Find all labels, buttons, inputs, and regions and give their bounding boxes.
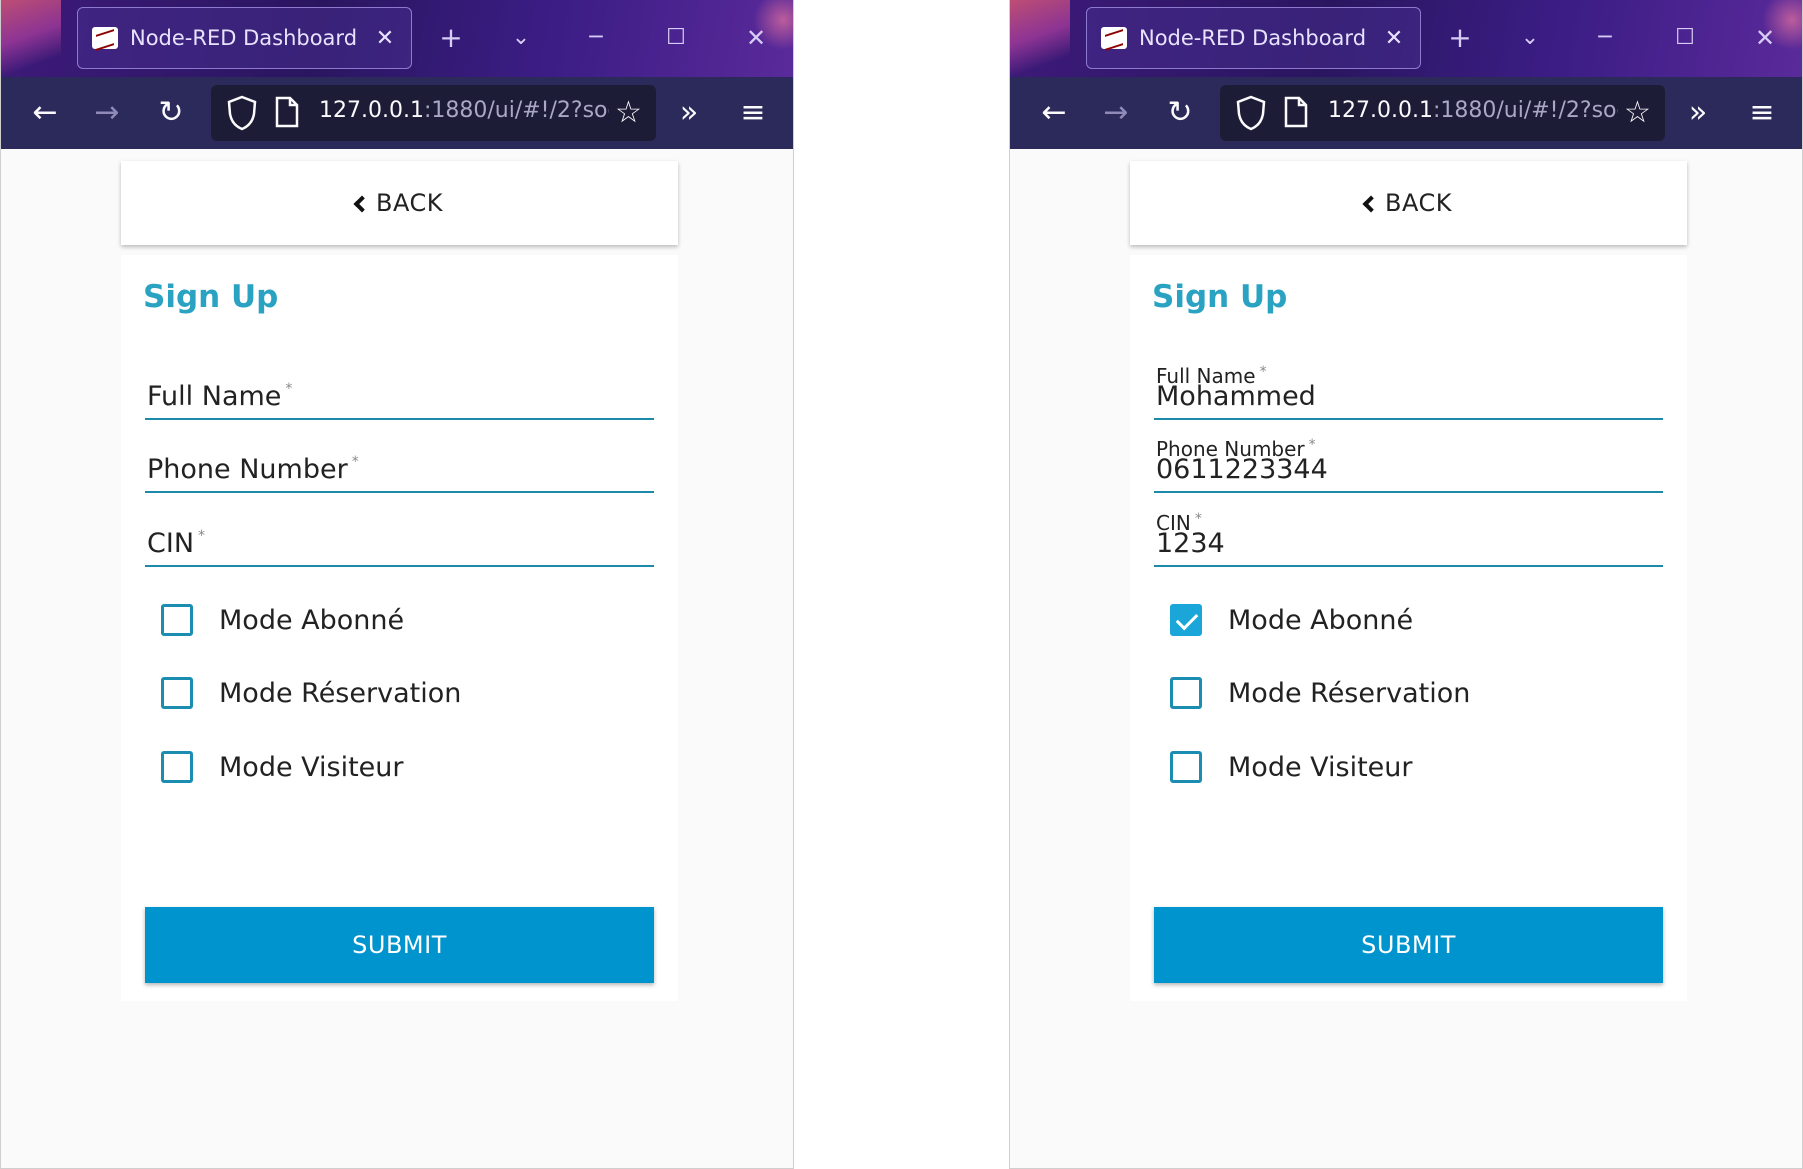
full-name-label: Full Name <box>147 381 282 412</box>
mode-visiteur-checkbox-row[interactable]: Mode Visiteur <box>161 747 404 787</box>
tab-list-chevron-down-icon[interactable]: ⌄ <box>501 18 541 58</box>
navigation-toolbar: ← → ↻ 127.0.0.1:1880/ui/#!/2?soc ☆ » ≡ <box>1 77 793 149</box>
full-name-value[interactable]: Mohammed <box>1156 381 1316 412</box>
mode-visiteur-label: Mode Visiteur <box>219 751 404 783</box>
page-icon[interactable] <box>1282 95 1310 129</box>
mode-reservation-checkbox[interactable] <box>1170 677 1202 709</box>
url-text[interactable]: 127.0.0.1:1880/ui/#!/2?soc <box>319 98 609 123</box>
tab-title: Node-RED Dashboard <box>1139 26 1367 50</box>
submit-button[interactable]: SUBMIT <box>145 907 654 983</box>
mode-reservation-label: Mode Réservation <box>1228 677 1471 709</box>
maximize-icon[interactable]: ☐ <box>1665 18 1705 58</box>
form-title: Sign Up <box>143 279 279 315</box>
mode-visiteur-label: Mode Visiteur <box>1228 751 1413 783</box>
new-tab-plus-icon[interactable]: + <box>1440 18 1480 58</box>
mode-visiteur-checkbox[interactable] <box>161 751 193 783</box>
navigation-toolbar: ← → ↻ 127.0.0.1:1880/ui/#!/2?soc ☆ » ≡ <box>1010 77 1802 149</box>
reload-icon[interactable]: ↻ <box>1158 91 1202 135</box>
star-icon[interactable]: ☆ <box>1624 93 1651 133</box>
cin-label: CIN <box>147 528 195 559</box>
shield-icon[interactable] <box>1234 94 1268 132</box>
full-name-field[interactable]: Full Name * <box>145 376 654 420</box>
cin-field[interactable]: CIN * 1234 <box>1154 511 1663 567</box>
forward-arrow-icon[interactable]: → <box>85 91 129 135</box>
mode-abonne-label: Mode Abonné <box>1228 604 1414 636</box>
maximize-icon[interactable]: ☐ <box>656 18 696 58</box>
overflow-icon[interactable]: » <box>1676 91 1720 135</box>
menu-icon[interactable]: ≡ <box>731 91 775 135</box>
required-marker: * <box>1194 511 1202 527</box>
mode-abonne-checkbox[interactable] <box>1170 604 1202 636</box>
required-marker: * <box>1259 364 1267 380</box>
back-arrow-icon[interactable]: ← <box>23 91 67 135</box>
mode-abonne-checkbox-row[interactable]: Mode Abonné <box>1170 600 1413 640</box>
chevron-left-icon <box>353 195 371 213</box>
forward-arrow-icon[interactable]: → <box>1094 91 1138 135</box>
phone-number-field[interactable]: Phone Number * <box>145 449 654 493</box>
submit-button[interactable]: SUBMIT <box>1154 907 1663 983</box>
url-text[interactable]: 127.0.0.1:1880/ui/#!/2?soc <box>1328 98 1618 123</box>
phone-number-value[interactable]: 0611223344 <box>1156 454 1328 485</box>
form-title: Sign Up <box>1152 279 1288 315</box>
mode-abonne-label: Mode Abonné <box>219 604 405 636</box>
back-label: BACK <box>376 189 443 217</box>
mode-visiteur-checkbox[interactable] <box>1170 751 1202 783</box>
cin-value[interactable]: 1234 <box>1156 528 1225 559</box>
overflow-icon[interactable]: » <box>667 91 711 135</box>
node-red-favicon-icon <box>1101 27 1127 49</box>
tab-title: Node-RED Dashboard <box>130 26 358 50</box>
mode-visiteur-checkbox-row[interactable]: Mode Visiteur <box>1170 747 1413 787</box>
mode-abonne-checkbox[interactable] <box>161 604 193 636</box>
title-bar: Node-RED Dashboard ✕ + ⌄ ─ ☐ ✕ <box>1 0 793 77</box>
close-tab-icon[interactable]: ✕ <box>373 26 397 51</box>
tab-list-chevron-down-icon[interactable]: ⌄ <box>1510 18 1550 58</box>
menu-icon[interactable]: ≡ <box>1740 91 1784 135</box>
back-label: BACK <box>1385 189 1452 217</box>
signup-form-card: Sign Up Full Name * Phone Number * CIN * Mo… <box>121 255 678 1001</box>
required-marker: * <box>198 528 206 544</box>
minimize-icon[interactable]: ─ <box>1585 18 1625 58</box>
phone-number-label: Phone Number <box>147 454 348 485</box>
address-bar[interactable]: 127.0.0.1:1880/ui/#!/2?soc ☆ <box>211 85 656 141</box>
close-window-icon[interactable]: ✕ <box>1745 18 1785 58</box>
back-button[interactable]: BACK <box>121 161 678 245</box>
shield-icon[interactable] <box>225 94 259 132</box>
browser-window-filled-form: Node-RED Dashboard ✕ + ⌄ ─ ☐ ✕ ← → ↻ 127… <box>1009 0 1803 1169</box>
browser-window-empty-form: Node-RED Dashboard ✕ + ⌄ ─ ☐ ✕ ← → ↻ 127… <box>0 0 794 1169</box>
new-tab-plus-icon[interactable]: + <box>431 18 471 58</box>
phone-number-field[interactable]: Phone Number * 0611223344 <box>1154 437 1663 493</box>
mode-reservation-checkbox[interactable] <box>161 677 193 709</box>
browser-tab[interactable]: Node-RED Dashboard ✕ <box>77 7 412 69</box>
back-button[interactable]: BACK <box>1130 161 1687 245</box>
cin-field[interactable]: CIN * <box>145 523 654 567</box>
address-bar[interactable]: 127.0.0.1:1880/ui/#!/2?soc ☆ <box>1220 85 1665 141</box>
required-marker: * <box>1308 437 1316 453</box>
required-marker: * <box>285 381 293 397</box>
chevron-left-icon <box>1362 195 1380 213</box>
minimize-icon[interactable]: ─ <box>576 18 616 58</box>
mode-abonne-checkbox-row[interactable]: Mode Abonné <box>161 600 404 640</box>
signup-form-card: Sign Up Full Name * Mohammed Phone Number… <box>1130 255 1687 1001</box>
page-icon[interactable] <box>273 95 301 129</box>
title-bar: Node-RED Dashboard ✕ + ⌄ ─ ☐ ✕ <box>1010 0 1802 77</box>
mode-reservation-checkbox-row[interactable]: Mode Réservation <box>161 673 461 713</box>
reload-icon[interactable]: ↻ <box>149 91 193 135</box>
close-window-icon[interactable]: ✕ <box>736 18 776 58</box>
back-arrow-icon[interactable]: ← <box>1032 91 1076 135</box>
required-marker: * <box>351 454 359 470</box>
browser-tab[interactable]: Node-RED Dashboard ✕ <box>1086 7 1421 69</box>
node-red-favicon-icon <box>92 27 118 49</box>
dashboard-content: BACK Sign Up Full Name * Mohammed Phone N… <box>1010 149 1802 1168</box>
star-icon[interactable]: ☆ <box>615 93 642 133</box>
mode-reservation-checkbox-row[interactable]: Mode Réservation <box>1170 673 1470 713</box>
close-tab-icon[interactable]: ✕ <box>1382 26 1406 51</box>
full-name-field[interactable]: Full Name * Mohammed <box>1154 364 1663 420</box>
mode-reservation-label: Mode Réservation <box>219 677 462 709</box>
dashboard-content: BACK Sign Up Full Name * Phone Number * CI… <box>1 149 793 1168</box>
